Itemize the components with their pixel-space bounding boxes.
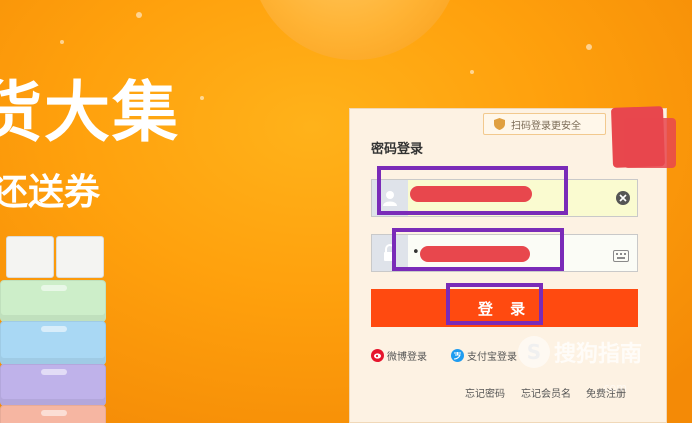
qr-tip-label: 扫码登录更安全 <box>511 120 581 132</box>
watermark: S 搜狗指南 <box>518 336 642 368</box>
redaction-block <box>624 118 676 168</box>
login-button-highlight <box>446 283 543 325</box>
drawer-cabinet-image <box>0 232 106 423</box>
alipay-icon <box>451 349 464 362</box>
sparkle <box>200 96 204 100</box>
page-background: 货大集 还送券 扫码登录更安全 密码登录 • 登 录 微博登录 支付宝登录 忘记… <box>0 0 692 423</box>
password-highlight <box>392 228 564 271</box>
sparkle <box>586 44 592 50</box>
promo-subline: 还送券 <box>0 172 101 213</box>
drawer <box>0 364 106 406</box>
promo-headline: 货大集 <box>0 74 180 151</box>
drawer <box>0 405 106 423</box>
alipay-login-label: 支付宝登录 <box>467 352 517 363</box>
alipay-login-link[interactable]: 支付宝登录 <box>451 348 517 363</box>
decorative-sun <box>250 0 460 60</box>
sogou-logo-icon: S <box>518 336 550 368</box>
drawer <box>6 236 54 278</box>
watermark-text: 搜狗指南 <box>554 342 643 367</box>
panel-title: 密码登录 <box>371 142 424 157</box>
drawer <box>56 236 104 278</box>
sparkle <box>136 12 142 18</box>
clear-icon[interactable] <box>616 191 630 205</box>
weibo-icon <box>371 349 384 362</box>
forgot-member-name-link[interactable]: 忘记会员名 <box>521 385 571 400</box>
qr-login-tip[interactable]: 扫码登录更安全 <box>483 113 606 135</box>
weibo-login-link[interactable]: 微博登录 <box>371 348 427 363</box>
watermark-url: .com <box>600 381 627 394</box>
drawer <box>0 280 106 322</box>
sparkle <box>60 40 64 44</box>
forgot-password-link[interactable]: 忘记密码 <box>465 385 505 400</box>
keyboard-icon[interactable] <box>613 247 629 266</box>
weibo-login-label: 微博登录 <box>387 352 427 363</box>
username-highlight <box>377 166 568 215</box>
sparkle <box>470 70 474 74</box>
shield-icon <box>494 118 505 130</box>
drawer <box>0 321 106 365</box>
